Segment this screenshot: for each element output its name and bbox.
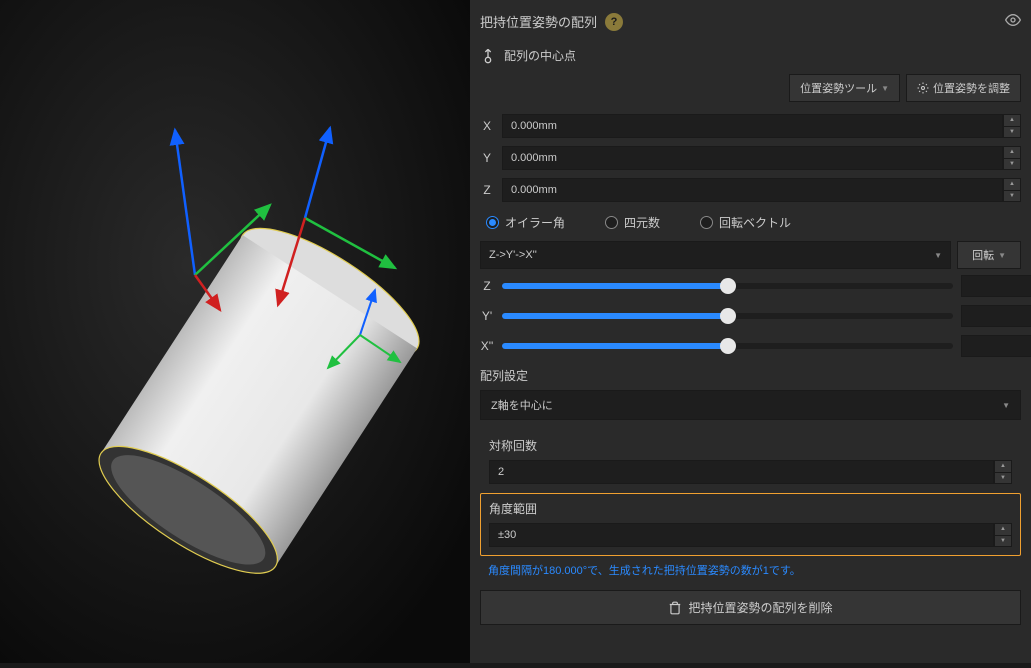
z-input[interactable] [502,178,1003,202]
adjust-pose-button[interactable]: 位置姿勢を調整 [906,74,1021,102]
slider-x-label: X'' [480,339,494,353]
x-spinner[interactable]: ▲▼ [1003,114,1021,138]
rotation-order-value: Z->Y'->X'' [489,249,537,261]
radio-euler-label: オイラー角 [505,214,565,231]
adjust-label: 位置姿勢を調整 [933,80,1010,96]
slider-x-value[interactable] [961,335,1031,357]
radio-quaternion[interactable]: 四元数 [605,214,660,231]
slider-thumb[interactable] [720,308,736,324]
symmetry-label: 対称回数 [489,437,1012,454]
pose-tool-dropdown[interactable]: 位置姿勢ツール ▼ [789,74,900,102]
radio-quaternion-label: 四元数 [624,214,660,231]
array-center-select[interactable]: Z軸を中心に ▼ [480,390,1021,420]
slider-y-label: Y' [480,309,494,323]
help-icon[interactable]: ? [605,13,623,31]
slider-y-value[interactable] [961,305,1031,327]
array-center-value: Z軸を中心に [491,397,553,413]
trash-icon [668,601,682,615]
caret-down-icon: ▼ [1002,401,1010,410]
x-label: X [480,119,494,133]
symmetry-input[interactable] [489,460,994,484]
y-spinner[interactable]: ▲▼ [1003,146,1021,170]
radio-rotvec-label: 回転ベクトル [719,214,791,231]
angle-range-input[interactable] [489,523,994,547]
y-input[interactable] [502,146,1003,170]
caret-down-icon: ▼ [881,84,889,93]
caret-down-icon: ▼ [934,251,942,260]
slider-z-label: Z [480,279,494,293]
slider-thumb[interactable] [720,278,736,294]
radio-dot-icon [486,216,499,229]
slider-z-value[interactable] [961,275,1031,297]
rotate-button-label: 回転 [972,247,994,263]
slider-y[interactable] [502,313,953,319]
hint-text: 角度間隔が180.000°で、生成された把持位置姿勢の数が1です。 [488,562,1021,578]
angle-range-field: 角度範囲 ▲▼ [480,493,1021,556]
visibility-icon[interactable] [1005,12,1021,31]
panel-title: 把持位置姿勢の配列 [480,12,597,31]
delete-label: 把持位置姿勢の配列を削除 [688,599,832,616]
y-label: Y [480,151,494,165]
symmetry-spinner[interactable]: ▲▼ [994,460,1012,484]
gear-icon [917,82,929,94]
caret-down-icon: ▼ [998,251,1006,260]
array-settings-label: 配列設定 [480,367,1021,384]
x-input[interactable] [502,114,1003,138]
delete-array-button[interactable]: 把持位置姿勢の配列を削除 [480,590,1021,625]
compass-icon [480,48,496,64]
radio-dot-icon [700,216,713,229]
radio-euler[interactable]: オイラー角 [486,214,565,231]
slider-x[interactable] [502,343,953,349]
radio-dot-icon [605,216,618,229]
slider-thumb[interactable] [720,338,736,354]
properties-panel: 把持位置姿勢の配列 ? 配列の中心点 位置姿勢ツール ▼ 位置姿勢を調整 X ▲… [470,0,1031,663]
radio-rotvec[interactable]: 回転ベクトル [700,214,791,231]
rotate-button[interactable]: 回転 ▼ [957,241,1021,269]
z-label: Z [480,183,494,197]
rotation-order-select[interactable]: Z->Y'->X'' ▼ [480,241,951,269]
angle-range-label: 角度範囲 [489,500,1012,517]
z-spinner[interactable]: ▲▼ [1003,178,1021,202]
slider-z[interactable] [502,283,953,289]
section-title: 配列の中心点 [504,47,576,64]
viewport-3d[interactable] [0,0,470,663]
angle-range-spinner[interactable]: ▲▼ [994,523,1012,547]
pose-tool-label: 位置姿勢ツール [800,80,877,96]
